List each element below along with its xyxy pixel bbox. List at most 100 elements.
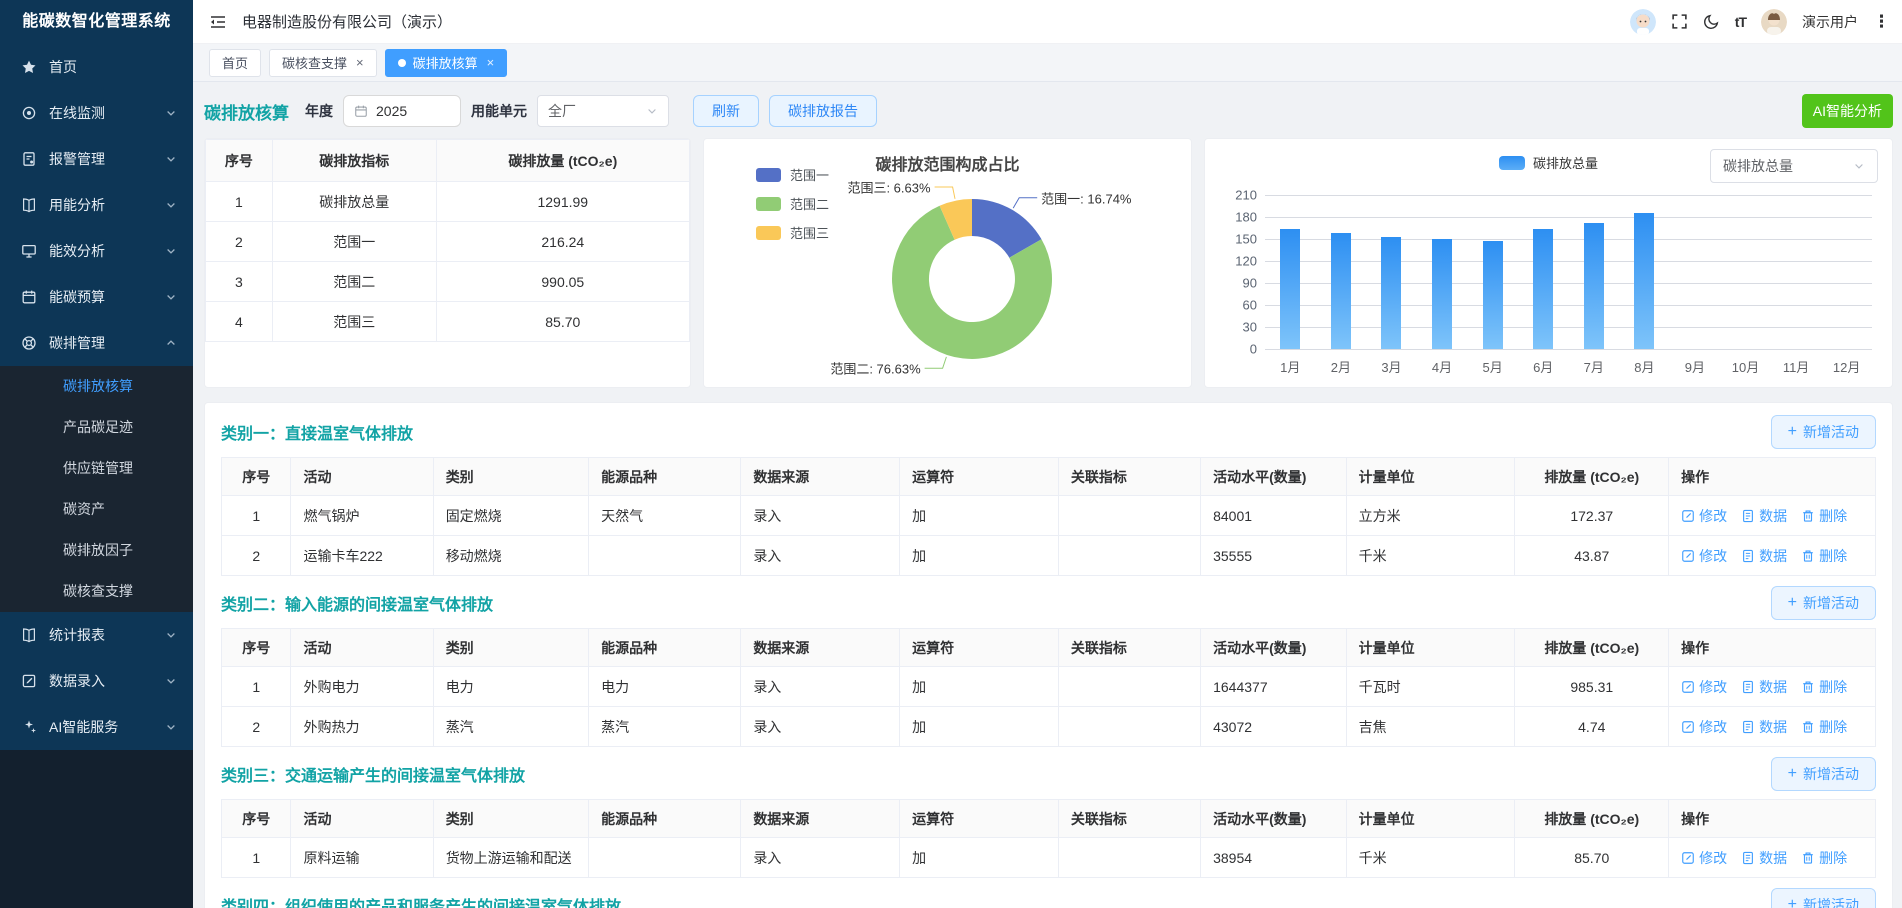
sidebar-subitem-carbon-emission-factors[interactable]: 碳排放因子 xyxy=(0,530,193,571)
add-activity-button[interactable]: +新增活动 xyxy=(1771,415,1876,449)
sidebar-item-energy-efficiency-analysis[interactable]: 能效分析 xyxy=(0,228,193,274)
data-link[interactable]: 数据 xyxy=(1741,546,1787,566)
emission-report-button[interactable]: 碳排放报告 xyxy=(769,95,877,127)
sidebar-subitem-carbon-verification-support[interactable]: 碳核查支撑 xyxy=(0,571,193,612)
bar-month-7[interactable] xyxy=(1584,223,1604,349)
data-link[interactable]: 数据 xyxy=(1741,717,1787,737)
bar-month-5[interactable] xyxy=(1483,241,1503,349)
section-header-category-2: 类别二：输入能源的间接温室气体排放+新增活动 xyxy=(221,586,1876,620)
main-area: 电器制造股份有限公司（演示） tT 演示用户 ⋮ 首页碳核查支撑×碳排放 xyxy=(193,0,1902,908)
x-tick-label: 4月 xyxy=(1417,357,1468,376)
bar-month-2[interactable] xyxy=(1331,233,1351,349)
y-tick-label: 30 xyxy=(1219,320,1257,335)
sidebar-item-label: 首页 xyxy=(49,57,177,77)
pie-slice-label: 范围三: 6.63% xyxy=(847,178,930,197)
tab-home[interactable]: 首页 xyxy=(209,49,261,77)
summary-row: 2范围一216.24 xyxy=(206,222,690,262)
dark-mode-icon[interactable] xyxy=(1703,13,1720,30)
add-activity-button[interactable]: +新增活动 xyxy=(1771,757,1876,791)
tab-carbon-verification-support[interactable]: 碳核查支撑× xyxy=(269,49,377,77)
activity-col-header: 运算符 xyxy=(900,458,1059,496)
sidebar-item-energy-carbon-budget[interactable]: 能碳预算 xyxy=(0,274,193,320)
edit-link[interactable]: 修改 xyxy=(1681,717,1727,737)
activity-col-header: 活动 xyxy=(291,629,433,667)
activity-col-header: 活动水平(数量) xyxy=(1201,629,1347,667)
y-tick-label: 0 xyxy=(1219,342,1257,357)
legend-label: 范围一 xyxy=(790,165,829,184)
activity-cell: 38954 xyxy=(1201,838,1347,878)
pie-legend-item-范围三[interactable]: 范围三 xyxy=(756,223,829,242)
data-link[interactable]: 数据 xyxy=(1741,506,1787,526)
sidebar-subitem-carbon-accounting[interactable]: 碳排放核算 xyxy=(0,366,193,407)
pie-legend-item-范围一[interactable]: 范围一 xyxy=(756,165,829,184)
sidebar-item-statistical-reports[interactable]: 统计报表 xyxy=(0,612,193,658)
activity-col-header: 操作 xyxy=(1669,629,1876,667)
delete-link[interactable]: 删除 xyxy=(1801,546,1847,566)
sidebar-item-energy-use-analysis[interactable]: 用能分析 xyxy=(0,182,193,228)
pie-legend-item-范围二[interactable]: 范围二 xyxy=(756,194,829,213)
activity-col-header: 排放量 (tCO₂e) xyxy=(1515,629,1669,667)
ai-analysis-button[interactable]: AI智能分析 xyxy=(1802,94,1893,128)
activity-col-header: 类别 xyxy=(433,629,588,667)
user-name: 演示用户 xyxy=(1802,12,1858,32)
sidebar-item-label: AI智能服务 xyxy=(49,717,165,737)
activity-col-header: 活动 xyxy=(291,800,433,838)
bar-month-8[interactable] xyxy=(1634,213,1654,349)
bar-slot-12 xyxy=(1821,195,1872,349)
x-tick-label: 9月 xyxy=(1670,357,1721,376)
add-activity-button[interactable]: +新增活动 xyxy=(1771,586,1876,620)
data-link[interactable]: 数据 xyxy=(1741,677,1787,697)
assistant-avatar[interactable] xyxy=(1630,9,1656,35)
tab-carbon-accounting[interactable]: 碳排放核算× xyxy=(385,49,508,77)
activity-col-header: 排放量 (tCO₂e) xyxy=(1515,800,1669,838)
legend-swatch-icon xyxy=(756,197,781,211)
bar-month-1[interactable] xyxy=(1280,229,1300,349)
delete-link[interactable]: 删除 xyxy=(1801,677,1847,697)
legend-swatch-icon xyxy=(756,226,781,240)
delete-link[interactable]: 删除 xyxy=(1801,717,1847,737)
activity-cell: 固定燃烧 xyxy=(433,496,588,536)
add-activity-button[interactable]: +新增活动 xyxy=(1771,888,1876,908)
sidebar-item-alarm-management[interactable]: 报警管理 xyxy=(0,136,193,182)
more-menu-icon[interactable]: ⋮ xyxy=(1873,12,1890,32)
activity-cell: 85.70 xyxy=(1515,838,1669,878)
sidebar-item-label: 能效分析 xyxy=(49,241,165,261)
edit-link[interactable]: 修改 xyxy=(1681,546,1727,566)
activity-cell xyxy=(1058,707,1200,747)
sidebar-subitem-product-carbon-footprint[interactable]: 产品碳足迹 xyxy=(0,407,193,448)
tab-close-icon[interactable]: × xyxy=(487,55,495,70)
sidebar-item-home[interactable]: 首页 xyxy=(0,44,193,90)
sidebar-item-carbon-management[interactable]: 碳排管理 xyxy=(0,320,193,366)
sidebar-subitem-supply-chain-management[interactable]: 供应链管理 xyxy=(0,448,193,489)
activity-cell: 外购热力 xyxy=(291,707,433,747)
data-link[interactable]: 数据 xyxy=(1741,848,1787,868)
legend-swatch-icon xyxy=(756,168,781,182)
edit-link[interactable]: 修改 xyxy=(1681,506,1727,526)
bar-month-4[interactable] xyxy=(1432,239,1452,349)
bar-month-6[interactable] xyxy=(1533,229,1553,349)
sidebar-subitem-carbon-assets[interactable]: 碳资产 xyxy=(0,489,193,530)
delete-link[interactable]: 删除 xyxy=(1801,848,1847,868)
unit-label: 用能单元 xyxy=(471,101,527,121)
year-label: 年度 xyxy=(305,101,333,121)
activity-table-category-1: 序号活动类别能源品种数据来源运算符关联指标活动水平(数量)计量单位排放量 (tC… xyxy=(221,457,1876,576)
sidebar-item-ai-services[interactable]: AI智能服务 xyxy=(0,704,193,750)
metric-select[interactable]: 碳排放总量 xyxy=(1710,149,1878,183)
delete-link[interactable]: 删除 xyxy=(1801,506,1847,526)
bar-month-3[interactable] xyxy=(1381,237,1401,349)
gridline xyxy=(1265,349,1872,350)
activity-row: 2运输卡车222移动燃烧录入加35555千米43.87修改数据删除 xyxy=(222,536,1876,576)
edit-link[interactable]: 修改 xyxy=(1681,677,1727,697)
tab-close-icon[interactable]: × xyxy=(356,55,364,70)
font-size-icon[interactable]: tT xyxy=(1735,14,1746,30)
fullscreen-icon[interactable] xyxy=(1671,13,1688,30)
sidebar-item-data-entry[interactable]: 数据录入 xyxy=(0,658,193,704)
edit-link[interactable]: 修改 xyxy=(1681,848,1727,868)
unit-select[interactable]: 全厂 xyxy=(537,95,669,127)
user-avatar[interactable] xyxy=(1761,9,1787,35)
sidebar-item-online-monitoring[interactable]: 在线监测 xyxy=(0,90,193,136)
refresh-button[interactable]: 刷新 xyxy=(693,95,759,127)
sidebar-collapse-icon[interactable] xyxy=(209,13,227,31)
legend-label: 范围三 xyxy=(790,223,829,242)
year-input[interactable]: 2025 xyxy=(343,95,461,127)
